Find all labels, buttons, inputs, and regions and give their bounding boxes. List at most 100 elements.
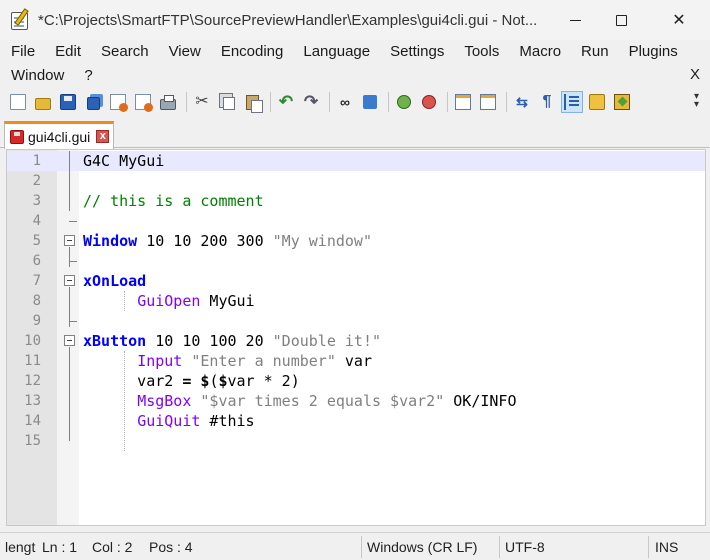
indent-guide-button[interactable]	[561, 91, 583, 113]
code-text: xOnLoad	[83, 271, 146, 291]
code-line[interactable]: 9	[7, 311, 705, 331]
code-text: GuiOpen MyGui	[83, 291, 254, 311]
menu-window[interactable]: Window	[0, 64, 74, 88]
close-document-button[interactable]: X	[690, 66, 700, 83]
menu-encoding[interactable]: Encoding	[211, 40, 294, 64]
code-text: var2 = $($var * 2)	[83, 371, 300, 391]
code-line[interactable]: 13 MsgBox "$var times 2 equals $var2" OK…	[7, 391, 705, 411]
menu-view[interactable]: View	[159, 40, 211, 64]
menu-edit[interactable]: Edit	[45, 40, 91, 64]
code-text: GuiQuit #this	[83, 411, 255, 431]
save-button[interactable]	[57, 91, 79, 113]
code-line[interactable]: 3 // this is a comment	[7, 191, 705, 211]
status-line: Ln : 1	[42, 539, 78, 555]
code-text: Window 10 10 200 300 "My window"	[83, 231, 372, 251]
code-line[interactable]: 11 Input "Enter a number" var	[7, 351, 705, 371]
code-text: G4C MyGui	[83, 151, 164, 171]
find-button[interactable]: ∞	[334, 91, 356, 113]
close-window-button[interactable]: ✕	[656, 0, 702, 40]
save-icon	[60, 94, 76, 110]
word-wrap-button[interactable]: ⇆	[511, 91, 533, 113]
close-all-button[interactable]	[132, 91, 154, 113]
undo-button[interactable]: ↶	[275, 91, 297, 113]
cut-button[interactable]: ✂	[191, 91, 213, 113]
code-line[interactable]: 7 xOnLoad	[7, 271, 705, 291]
toolbar-separator	[447, 92, 448, 112]
toolbar: ✂ ↶ ↷ ∞ ⇆ ¶ ▾ ▾	[0, 88, 710, 116]
open-file-button[interactable]	[32, 91, 54, 113]
menu-plugins[interactable]: Plugins	[619, 40, 688, 64]
code-token: G4C MyGui	[83, 152, 165, 170]
zoom-out-button[interactable]	[418, 91, 440, 113]
replace-button[interactable]	[359, 91, 381, 113]
code-line[interactable]: 4	[7, 211, 705, 231]
code-token: MsgBox	[137, 392, 192, 410]
sync-vertical-icon	[455, 94, 471, 110]
code-token: GuiOpen	[137, 292, 201, 310]
code-token: xButton	[83, 332, 147, 350]
open-folder-icon	[35, 97, 51, 110]
fold-guide-line	[69, 347, 70, 441]
code-line[interactable]: 5 Window 10 10 200 300 "My window"	[7, 231, 705, 251]
tab-close-button[interactable]: x	[96, 130, 110, 143]
new-file-button[interactable]	[7, 91, 29, 113]
menu-settings[interactable]: Settings	[380, 40, 454, 64]
toolbar-separator	[186, 92, 187, 112]
code-token: Input	[137, 352, 183, 370]
fold-toggle-icon[interactable]	[64, 335, 75, 346]
indent-guide	[124, 291, 125, 311]
indent-guide-icon	[564, 94, 580, 110]
code-line[interactable]: 1 G4C MyGui	[7, 151, 705, 171]
fold-toggle-icon[interactable]	[64, 235, 75, 246]
sync-horizontal-button[interactable]	[477, 91, 499, 113]
menu-search[interactable]: Search	[91, 40, 159, 64]
redo-button[interactable]: ↷	[300, 91, 322, 113]
code-line[interactable]: 2	[7, 171, 705, 191]
save-all-button[interactable]	[82, 91, 104, 113]
paste-button[interactable]	[241, 91, 263, 113]
menu-language[interactable]: Language	[293, 40, 380, 64]
paste-icon	[245, 94, 263, 113]
menu-file[interactable]: File	[0, 40, 45, 64]
copy-button[interactable]	[216, 91, 238, 113]
menu-tools[interactable]: Tools	[454, 40, 509, 64]
line-number: 13	[24, 393, 41, 409]
code-token: var	[335, 352, 372, 370]
zoom-in-button[interactable]	[393, 91, 415, 113]
code-line[interactable]: 14 GuiQuit #this	[7, 411, 705, 431]
code-token: GuiQuit	[137, 412, 201, 430]
menu-run[interactable]: Run	[571, 40, 619, 64]
code-line[interactable]: 15	[7, 431, 705, 451]
fold-guide-line	[69, 247, 70, 267]
bookmark-button[interactable]	[611, 91, 633, 113]
close-file-button[interactable]	[107, 91, 129, 113]
minimize-button[interactable]	[552, 0, 598, 40]
tab-gui4cli[interactable]: gui4cli.gui x	[4, 121, 114, 149]
window-title: *C:\Projects\SmartFTP\SourcePreviewHandl…	[38, 11, 538, 29]
maximize-button[interactable]	[598, 0, 644, 40]
sync-vertical-button[interactable]	[452, 91, 474, 113]
fold-guide-line	[69, 151, 70, 211]
menu-help[interactable]: ?	[74, 64, 102, 88]
code-line[interactable]: 12 var2 = $($var * 2)	[7, 371, 705, 391]
code-editor[interactable]: 1 G4C MyGui 2 3 // this is a comment 4 5 Window…	[6, 149, 706, 526]
line-number: 5	[32, 233, 41, 249]
code-token: #this	[200, 412, 255, 430]
code-line[interactable]: 10 xButton 10 10 100 20 "Double it!"	[7, 331, 705, 351]
zoom-in-icon	[397, 95, 411, 109]
code-line[interactable]: 8 GuiOpen MyGui	[7, 291, 705, 311]
print-button[interactable]	[157, 91, 179, 113]
close-file-icon	[110, 94, 128, 112]
code-line[interactable]: 6	[7, 251, 705, 271]
show-all-characters-button[interactable]: ¶	[536, 91, 558, 113]
line-number: 8	[32, 293, 41, 309]
fold-toggle-icon[interactable]	[64, 275, 75, 286]
line-number: 7	[32, 273, 41, 289]
toolbar-overflow-button[interactable]: ▾ ▾	[694, 92, 699, 110]
user-language-button[interactable]	[586, 91, 608, 113]
line-number: 1	[32, 153, 41, 169]
unsaved-disk-icon	[10, 129, 24, 144]
menu-macro[interactable]: Macro	[509, 40, 571, 64]
